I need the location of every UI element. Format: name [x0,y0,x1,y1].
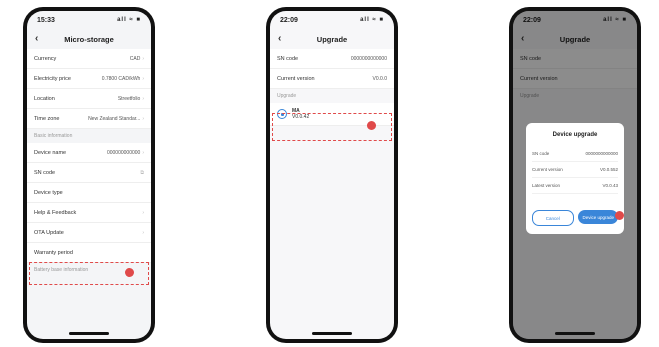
nav-bar: ‹ Upgrade [270,29,394,49]
row-device-name[interactable]: Device name 000000000000 › [27,143,151,163]
row-value: 0000000000000 [350,55,387,62]
status-bar: 22:09 all ≈ ■ [270,11,394,29]
row-label: Current version [277,75,315,82]
row-label: Currency [34,55,57,62]
screen-settings: 15:33 all ≈ ■ ‹ Micro-storage Currency CA… [27,11,151,339]
row-value: 0.7800 CAD/kWh [101,75,141,82]
page-title: Micro-storage [64,34,114,44]
back-icon[interactable]: ‹ [35,33,38,44]
home-indicator [555,332,595,335]
row-label: SN code [277,55,299,62]
chevron-right-icon: › [142,55,144,62]
row-value: New Zealand Standar... [88,115,141,122]
row-warranty-period: Warranty period [27,243,151,263]
dialog-label: Latest version [532,183,561,188]
row-time-zone[interactable]: Time zone New Zealand Standar... › [27,109,151,129]
row-value: CAD [129,55,141,62]
row-label: OTA Update [34,229,64,236]
status-time: 22:09 [280,16,298,24]
back-icon[interactable]: ‹ [278,33,281,44]
dialog-label: Current version [532,167,563,172]
dialog-value: V0.0.552 [599,167,618,172]
dialog-row-sn: SN code 0000000000000 [532,146,618,162]
section-header-upgrade: Upgrade [277,93,297,99]
cancel-button[interactable]: Cancel [532,210,574,226]
row-label: Help & Feedback [34,209,77,216]
row-value: 000000000000 [106,149,141,156]
device-upgrade-dialog: Device upgrade SN code 0000000000000 Curr… [526,123,624,234]
chevron-right-icon: › [142,229,144,236]
row-label: Warranty period [34,249,73,256]
status-icons: all ≈ ■ [117,17,141,23]
page-title: Upgrade [316,34,348,44]
home-indicator [69,332,109,335]
phone-frame-settings: 15:33 all ≈ ■ ‹ Micro-storage Currency CA… [23,7,155,343]
dialog-value: 0000000000000 [585,151,618,156]
row-label: Location [34,95,55,102]
screen-upgrade-dialog: 22:09 all ≈ ■ ‹ Upgrade SN code Current … [513,11,637,339]
row-current-version: Current version V0.0.0 [270,69,394,89]
dialog-label: SN code [532,151,550,156]
chevron-right-icon: › [142,115,144,122]
status-bar: 15:33 all ≈ ■ [27,11,151,29]
dialog-row-latest-version: Latest version V0.0.43 [532,178,618,194]
row-label: Device name [34,149,67,156]
status-time: 15:33 [37,16,55,24]
row-device-type: Device type [27,183,151,203]
row-help-feedback[interactable]: Help & Feedback › [27,203,151,223]
chevron-right-icon: › [142,209,144,216]
section-header-basic: Basic information [34,133,73,139]
row-currency[interactable]: Currency CAD › [27,49,151,69]
dialog-title: Device upgrade [552,132,598,138]
chevron-right-icon: › [142,75,144,82]
status-icons: all ≈ ■ [360,17,384,23]
device-upgrade-button[interactable]: Device upgrade [578,210,618,224]
settings-list-basic: Device name 000000000000 › SN code ⧉ Device… [27,143,151,263]
chevron-right-icon: › [142,149,144,156]
dialog-row-current-version: Current version V0.0.552 [532,162,618,178]
step-marker [615,211,624,220]
row-sn-code: SN code 0000000000000 [270,49,394,69]
step-marker [367,121,376,130]
dialog-value: V0.0.43 [602,183,618,188]
row-ota-update[interactable]: OTA Update › [27,223,151,243]
row-label: Time zone [34,115,60,122]
row-label: Electricity price [34,75,71,82]
settings-list-top: Currency CAD › Electricity price 0.7800 CAD… [27,49,151,129]
copy-icon[interactable]: ⧉ [140,170,144,176]
row-label: Device type [34,189,63,196]
phone-frame-upgrade-dialog: 22:09 all ≈ ■ ‹ Upgrade SN code Current … [509,7,641,343]
dialog-buttons: Cancel Device upgrade [532,210,618,226]
row-value: Streetfolio [117,95,141,102]
row-location[interactable]: Location Streetfolio › [27,89,151,109]
chevron-right-icon: › [142,95,144,102]
row-value: V0.0.0 [372,75,387,82]
home-indicator [312,332,352,335]
nav-bar: ‹ Micro-storage [27,29,151,49]
screen-upgrade: 22:09 all ≈ ■ ‹ Upgrade SN code 000000000… [270,11,394,339]
row-label: SN code [34,169,56,176]
phone-frame-upgrade: 22:09 all ≈ ■ ‹ Upgrade SN code 000000000… [266,7,398,343]
row-electricity-price[interactable]: Electricity price 0.7800 CAD/kWh › [27,69,151,89]
step-marker [125,268,134,277]
row-sn-code[interactable]: SN code ⧉ [27,163,151,183]
